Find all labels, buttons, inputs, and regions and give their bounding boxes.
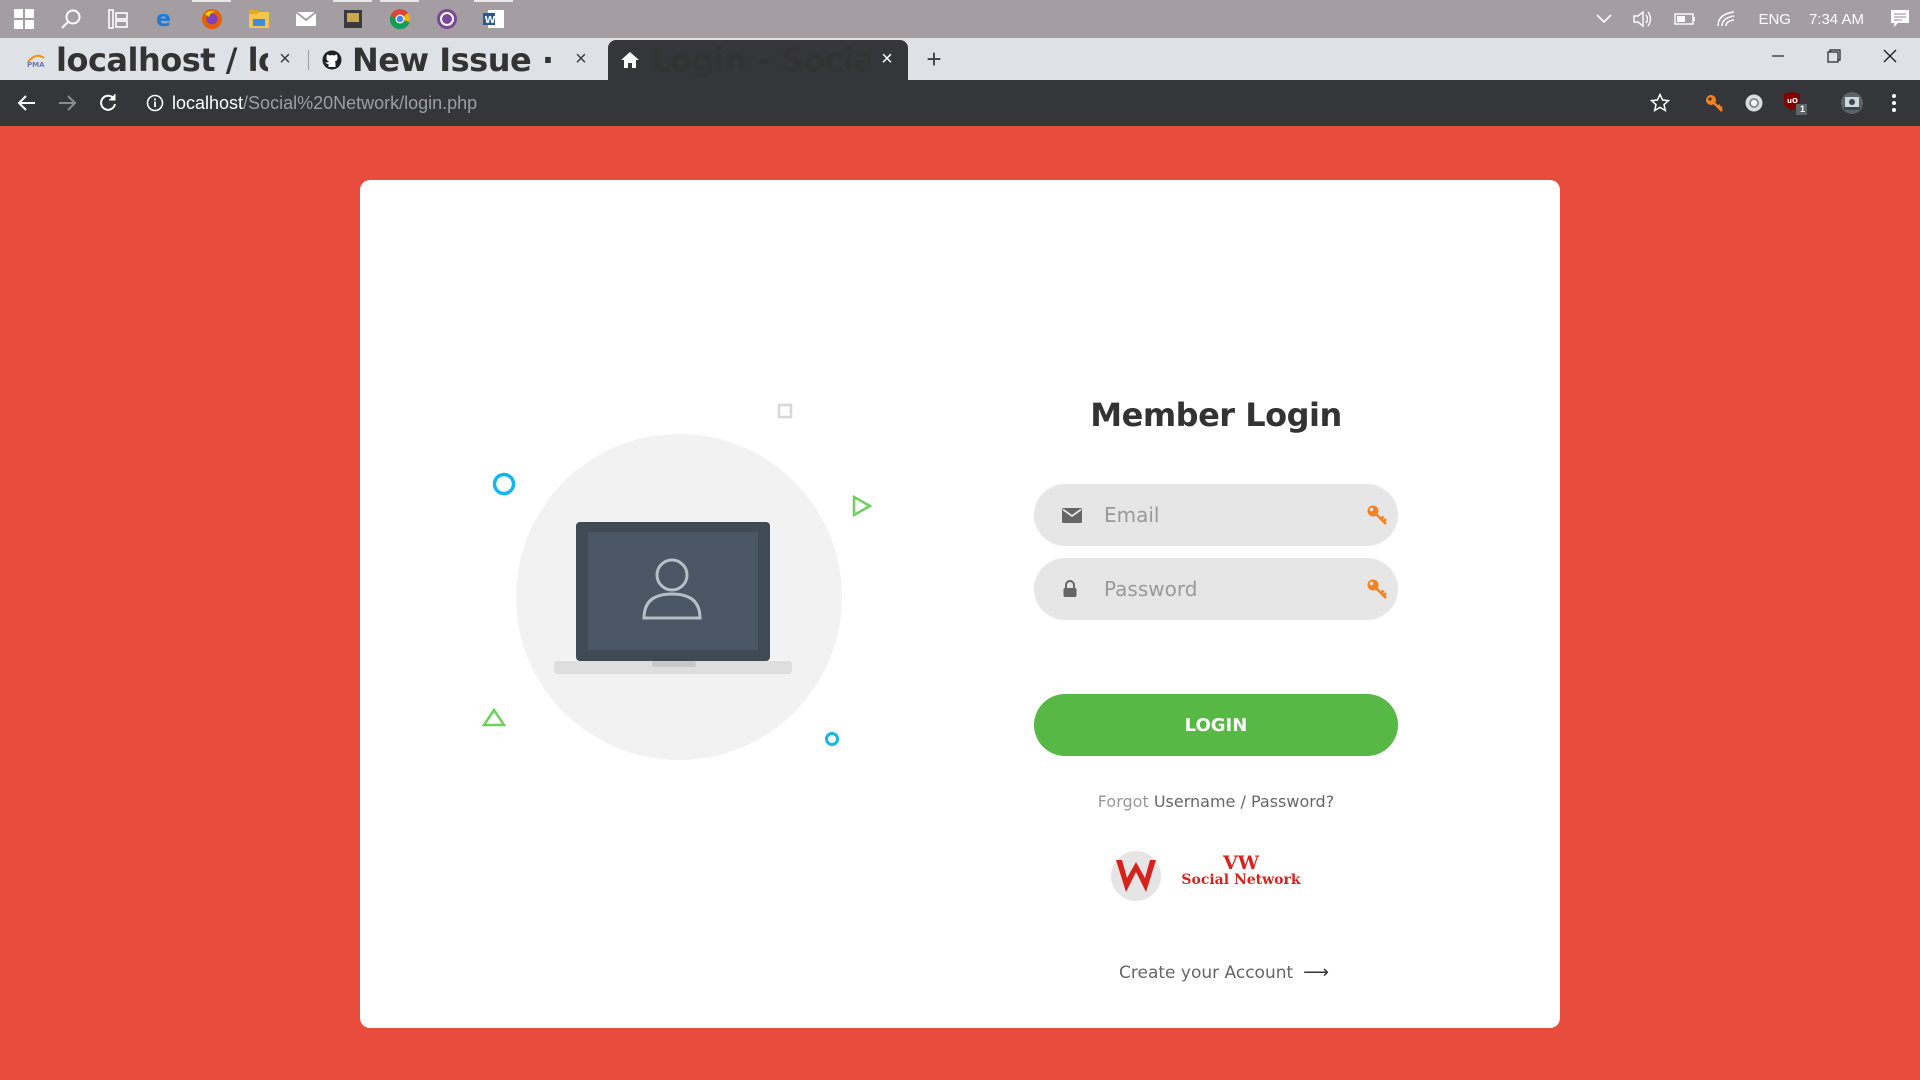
tab-title: Login - Social Network xyxy=(650,41,870,79)
login-button[interactable]: LOGIN xyxy=(1034,694,1398,756)
lock-icon xyxy=(1062,580,1104,598)
tab-login-social-network[interactable]: Login - Social Network × xyxy=(608,40,908,80)
password-manager-key-icon[interactable] xyxy=(1366,578,1388,600)
firefox-icon[interactable] xyxy=(188,0,235,38)
back-button[interactable] xyxy=(11,87,43,119)
forward-button[interactable] xyxy=(51,87,83,119)
create-account-link[interactable]: Create your Account ⟶ xyxy=(1034,962,1414,983)
triangle-decoration xyxy=(481,707,507,727)
illustration-backdrop xyxy=(516,434,842,760)
laptop-icon xyxy=(554,522,792,674)
tab-title: localhost / localhost / social / users xyxy=(56,41,268,79)
page-title: Member Login xyxy=(1090,396,1342,434)
logo-text-social-network: Social Network xyxy=(1181,872,1301,888)
chrome-icon[interactable] xyxy=(376,0,423,38)
login-card: Member Login LOGIN Forgot Username / Pas… xyxy=(360,180,1560,1028)
password-manager-key-icon[interactable] xyxy=(1366,504,1388,526)
svg-text:uO: uO xyxy=(1787,97,1798,105)
language-indicator[interactable]: ENG xyxy=(1758,11,1791,28)
email-field-wrapper xyxy=(1034,484,1398,546)
file-explorer-icon[interactable] xyxy=(235,0,282,38)
media-app-icon[interactable] xyxy=(329,0,376,38)
user-icon xyxy=(642,558,702,620)
reload-button[interactable] xyxy=(92,87,124,119)
tor-browser-icon[interactable] xyxy=(423,0,470,38)
notifications-icon[interactable] xyxy=(1890,9,1910,29)
login-form: Member Login LOGIN Forgot Username / Pas… xyxy=(1034,396,1398,983)
task-view-icon[interactable] xyxy=(94,0,141,38)
extension-badge: 1 xyxy=(1800,104,1806,114)
minimize-window-button[interactable] xyxy=(1750,38,1806,74)
battery-icon[interactable] xyxy=(1674,13,1696,25)
password-field-wrapper xyxy=(1034,558,1398,620)
url-host: localhost xyxy=(172,92,244,113)
forgot-prefix: Forgot xyxy=(1097,792,1149,811)
restore-window-button[interactable] xyxy=(1806,38,1862,74)
logo-text-vw: VW xyxy=(1222,852,1260,874)
close-tab-icon[interactable]: × xyxy=(276,49,294,69)
svg-text:PMA: PMA xyxy=(27,61,45,68)
arrow-right-icon: ⟶ xyxy=(1303,962,1329,983)
volume-icon[interactable] xyxy=(1632,10,1654,28)
email-input[interactable] xyxy=(1104,503,1344,527)
cyan-ring-decoration xyxy=(492,472,516,496)
forgot-password-link[interactable]: Password? xyxy=(1251,792,1334,811)
search-icon[interactable] xyxy=(47,0,94,38)
mail-icon[interactable] xyxy=(282,0,329,38)
bookmark-star-icon[interactable] xyxy=(1649,92,1671,118)
play-triangle-decoration xyxy=(852,494,873,518)
close-tab-icon[interactable]: × xyxy=(878,49,896,69)
forgot-credentials: Forgot Username / Password? xyxy=(1034,792,1398,811)
address-bar[interactable]: localhost/Social%20Network/login.php xyxy=(138,86,1684,120)
chevron-up-icon[interactable] xyxy=(1596,14,1613,24)
square-decoration xyxy=(777,403,793,419)
edge-icon[interactable]: e xyxy=(141,0,188,38)
windows-start-icon[interactable] xyxy=(0,0,47,38)
tab-title: New Issue · dukemido/social-network xyxy=(352,41,564,79)
phpmyadmin-icon: PMA xyxy=(26,50,46,70)
profile-avatar[interactable] xyxy=(1836,87,1868,119)
system-tray: ENG 7:34 AM xyxy=(1586,0,1920,38)
ublock-origin-icon[interactable]: uO 1 xyxy=(1780,87,1812,119)
home-icon xyxy=(620,50,640,70)
tab-github[interactable]: New Issue · dukemido/social-network × xyxy=(310,40,602,80)
tab-divider xyxy=(308,50,309,70)
clock[interactable]: 7:34 AM xyxy=(1809,11,1864,28)
cyan-dot-decoration xyxy=(825,732,839,746)
wifi-icon[interactable] xyxy=(1716,10,1738,28)
svg-text:e: e xyxy=(156,8,171,30)
windows-taskbar: e W ENG 7:34 AM xyxy=(0,0,1920,38)
new-tab-button[interactable]: + xyxy=(920,46,948,74)
site-info-icon[interactable] xyxy=(138,94,172,112)
close-tab-icon[interactable]: × xyxy=(572,49,590,69)
key-extension-icon[interactable] xyxy=(1698,87,1730,119)
url-path: /Social%20Network/login.php xyxy=(243,92,478,113)
envelope-icon xyxy=(1062,507,1104,523)
close-window-button[interactable] xyxy=(1862,38,1918,74)
forgot-username-link[interactable]: Username xyxy=(1154,792,1236,811)
password-input[interactable] xyxy=(1104,577,1344,601)
word-icon[interactable]: W xyxy=(470,0,517,38)
vw-social-network-logo: VW Social Network xyxy=(1106,842,1301,910)
browser-tab-strip: PMA localhost / localhost / social / use… xyxy=(0,38,1920,80)
browser-toolbar: localhost/Social%20Network/login.php uO … xyxy=(0,80,1920,126)
chrome-menu-icon[interactable] xyxy=(1878,87,1910,119)
forgot-separator: / xyxy=(1235,792,1251,811)
svg-text:W: W xyxy=(484,15,495,26)
circle-extension-icon[interactable] xyxy=(1738,87,1770,119)
github-icon xyxy=(322,50,342,70)
tab-phpmyadmin[interactable]: PMA localhost / localhost / social / use… xyxy=(14,40,306,80)
create-account-label: Create your Account xyxy=(1119,963,1294,983)
